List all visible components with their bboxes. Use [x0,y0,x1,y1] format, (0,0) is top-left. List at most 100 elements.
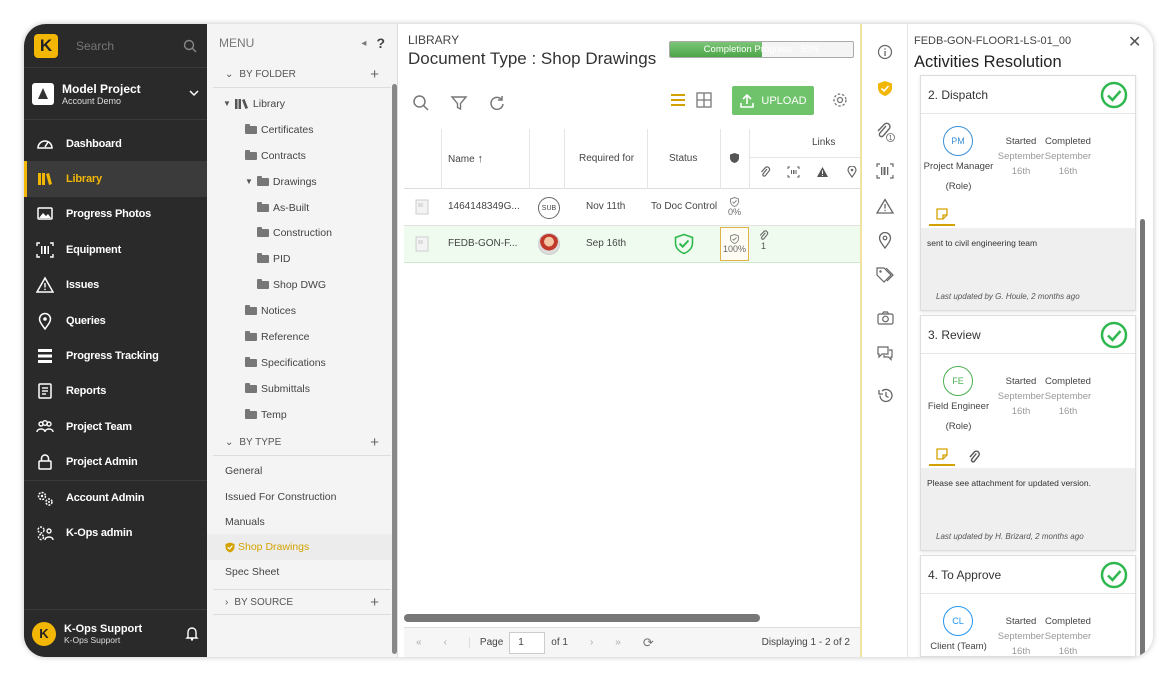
grid-view-icon[interactable] [696,92,712,108]
refresh-icon[interactable]: ⟳ [643,635,654,651]
project-selector[interactable]: Model Project Account Demo [24,68,207,120]
refresh-icon[interactable] [488,94,506,112]
sidebar-item-label: Library [66,173,102,186]
menu-scrollbar[interactable] [392,84,397,654]
activity-title-text: 3. Review [928,327,981,342]
folder-item[interactable]: Submittals [223,376,397,402]
paperclip-icon[interactable]: 1 [875,122,895,142]
started-label: Started [1005,616,1037,627]
caret-down-icon[interactable]: ▼ [245,177,253,186]
by-source-section[interactable]: › BY SOURCE + [213,589,391,616]
by-folder-section[interactable]: ⌄ BY FOLDER + [213,62,391,88]
table-row[interactable]: FEDB-GON-F... Sep 16th 100% 1 [404,226,860,263]
help-icon[interactable]: ? [376,35,385,51]
sidebar-item-dashboard[interactable]: Dashboard [24,126,207,161]
sidebar-item-label: Equipment [66,243,122,256]
column-required-for[interactable]: Required for [579,153,634,164]
add-folder-icon[interactable]: + [370,66,379,83]
add-source-icon[interactable]: + [370,594,379,611]
warning-icon[interactable] [816,166,829,178]
last-page-icon[interactable]: » [615,637,621,648]
sidebar-item-library[interactable]: Library [24,161,207,197]
notes-tab[interactable] [929,204,955,226]
sidebar-item-progress-photos[interactable]: Progress Photos [24,197,207,232]
menu-title: MENU [219,36,255,50]
location-pin-icon[interactable] [847,166,857,178]
list-view-icon[interactable] [670,93,686,107]
tags-icon[interactable] [875,265,895,285]
comments-icon[interactable] [875,343,895,363]
status-text: To Doc Control [651,201,718,212]
barcode-icon[interactable] [787,166,800,178]
info-icon[interactable] [875,42,895,62]
paperclip-icon[interactable] [759,166,771,178]
document-name[interactable]: FEDB-GON-F... [448,238,517,249]
sidebar-item-progress-tracking[interactable]: Progress Tracking [24,338,207,373]
gear-icon[interactable] [832,92,848,108]
filter-icon[interactable] [450,94,468,112]
search-icon[interactable] [183,39,197,53]
search-icon[interactable] [412,94,430,112]
folder-item[interactable]: Shop DWG [223,272,397,298]
sidebar-item-project-admin[interactable]: Project Admin [24,445,207,480]
sidebar-item-queries[interactable]: Queries [24,303,207,338]
shield-check-icon[interactable] [875,78,895,98]
caret-down-icon[interactable]: ▼ [223,99,231,108]
chevron-down-icon: ⌄ [225,69,234,80]
table-row[interactable]: 1464148349G... SUB Nov 11th To Doc Control 0… [404,189,860,226]
panel-scrollbar[interactable] [1140,219,1145,657]
type-item[interactable]: Spec Sheet [207,560,397,585]
column-status[interactable]: Status [669,153,697,164]
sidebar-item-project-team[interactable]: Project Team [24,409,207,444]
camera-icon[interactable] [875,308,895,328]
folder-item[interactable]: Construction [223,220,397,246]
sidebar-item-k-ops-admin[interactable]: K-Ops admin [24,515,207,550]
user-avatar[interactable]: K [32,621,56,646]
folder-item[interactable]: ▼ Drawings [223,169,397,195]
paperclip-icon[interactable] [967,450,981,464]
sidebar-item-reports[interactable]: Reports [24,374,207,409]
bell-icon[interactable] [185,626,199,641]
barcode-icon[interactable] [875,161,895,181]
folder-label: Contracts [261,149,306,162]
folder-item[interactable]: Temp [223,402,397,428]
add-type-icon[interactable]: + [370,434,379,451]
folder-item[interactable]: As-Built [223,195,397,221]
document-name[interactable]: 1464148349G... [448,201,520,212]
completed-label: Completed [1045,376,1091,387]
column-name[interactable]: Name ↑ [448,153,483,165]
app-window: K Search Model Project Account Demo Dash… [24,24,1153,657]
page-input[interactable]: 1 [509,631,546,654]
upload-button[interactable]: UPLOAD [732,86,814,115]
notes-tab[interactable] [929,444,955,466]
first-page-icon[interactable]: « [416,637,422,648]
folder-item[interactable]: ▼ Library [223,91,397,117]
folder-item[interactable]: Contracts [223,143,397,169]
location-pin-icon[interactable] [875,230,895,250]
collapse-icon[interactable]: ◂ [361,38,366,49]
chevron-down-icon[interactable] [189,90,199,97]
history-icon[interactable] [875,385,895,405]
folder-item[interactable]: PID [223,246,397,272]
next-page-icon[interactable]: › [590,637,593,648]
horizontal-scrollbar[interactable] [404,614,760,622]
type-item[interactable]: Shop Drawings [207,534,397,560]
sidebar-item-equipment[interactable]: Equipment [24,232,207,267]
prev-page-icon[interactable]: ‹ [444,637,447,648]
folder-item[interactable]: Certificates [223,117,397,143]
folder-item[interactable]: Specifications [223,350,397,376]
type-item[interactable]: Manuals [207,509,397,534]
warning-icon[interactable] [875,196,895,216]
folder-item[interactable]: Reference [223,324,397,350]
by-type-section[interactable]: ⌄ BY TYPE + [213,430,391,456]
type-item[interactable]: Issued For Construction [207,484,397,509]
completed-column: Completed September 16th [1043,134,1093,179]
sidebar-item-issues[interactable]: Issues [24,268,207,303]
activity-title: 4. To Approve [921,556,1135,594]
type-item[interactable]: General [207,459,397,484]
sidebar-item-account-admin[interactable]: Account Admin [24,479,207,515]
attachment-count[interactable]: 1 [758,230,769,251]
folder-item[interactable]: Notices [223,298,397,324]
search-input[interactable]: Search [76,39,183,53]
close-icon[interactable]: ✕ [1128,32,1141,52]
